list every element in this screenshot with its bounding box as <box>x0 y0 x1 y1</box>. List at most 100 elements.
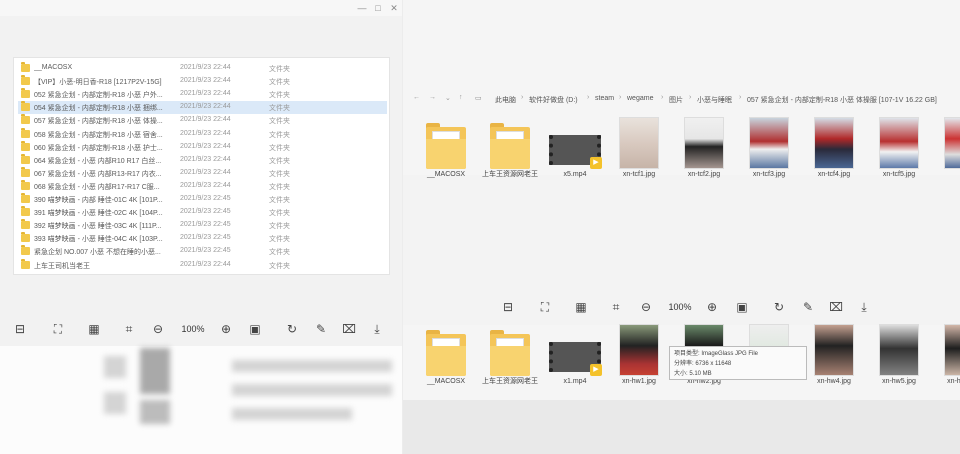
breadcrumb-item[interactable]: 小恶与睡眠 <box>697 95 732 105</box>
rotate-icon[interactable]: ↻ <box>284 321 300 337</box>
file-name: __MACOSX <box>34 64 73 71</box>
folder-tile[interactable]: 上车王资源网老王 <box>482 117 538 189</box>
folder-tile[interactable]: 上车王资源网老王 <box>482 324 538 396</box>
file-name: 【VIP】小恶-明日香-R18 [1217P2V-15G] <box>34 79 162 87</box>
actual-size-icon[interactable]: ▣ <box>734 299 750 315</box>
zoom-out-icon[interactable]: ⊖ <box>150 321 166 337</box>
file-list-row[interactable]: 【VIP】小恶-明日香-R18 [1217P2V-15G] 2021/9/23 2… <box>18 75 387 88</box>
crop-icon[interactable]: ⌧ <box>341 321 357 337</box>
forward-icon[interactable]: → <box>429 94 436 101</box>
zoom-level: 100% <box>181 324 205 334</box>
checkerboard-icon[interactable]: ▦ <box>86 321 102 337</box>
tile-label: xn-tcf3.jpg <box>752 171 786 178</box>
file-type: 文件夹 <box>269 236 290 244</box>
tile-label: xn-hw5.jpg <box>882 378 916 385</box>
image-tile[interactable]: xn-hw6.jpg <box>936 324 960 396</box>
checkerboard-icon[interactable]: ▦ <box>573 299 589 315</box>
file-type: 文件夹 <box>269 197 290 204</box>
close-button[interactable]: ✕ <box>387 2 401 14</box>
file-list-row[interactable]: 067 紧急企划 - 小恶 内部R13-R17 内衣... 2021/9/23 2… <box>18 166 387 180</box>
video-tile[interactable]: ▶ x5.mp4 <box>547 117 603 189</box>
file-list-row[interactable]: 393 喵梦映画 - 小恶 睡佳-04C 4K [103P... 2021/9/2… <box>18 232 387 245</box>
file-list-row[interactable]: 057 紧急企划 - 内部定制-R18 小恶 体操... 2021/9/23 22… <box>18 114 387 127</box>
rotate-icon[interactable]: ↻ <box>771 299 787 315</box>
image-tile[interactable]: xn-tcf2.jpg <box>676 117 732 189</box>
image-tile[interactable]: xn-hw1.jpg <box>611 324 667 396</box>
folder-icon <box>21 140 30 151</box>
maximize-button[interactable]: □ <box>371 2 385 14</box>
breadcrumb-item[interactable]: 057 紧急企划 - 内部定制-R18 小恶 体操服 [107-1V 16.22… <box>747 95 937 105</box>
breadcrumb-chevron-icon: › <box>661 94 664 101</box>
file-list-row[interactable]: 391 喵梦映画 - 小恶 睡佳-02C 4K [104P... 2021/9/2… <box>18 206 387 219</box>
back-icon[interactable]: ← <box>413 94 420 101</box>
download-icon[interactable]: ⤓ <box>369 321 385 337</box>
file-list-row[interactable]: 052 紧急企划 - 内部定制-R18 小恶 户外... 2021/9/23 22… <box>18 88 387 101</box>
file-date: 2021/9/23 22:44 <box>180 168 231 176</box>
folder-icon <box>21 258 30 269</box>
file-date: 2021/9/23 22:44 <box>180 260 231 268</box>
breadcrumb-item[interactable]: 此电脑 <box>495 95 516 105</box>
tile-label: xn-tcf5.jpg <box>882 171 916 178</box>
folder-tile[interactable]: __MACOSX <box>418 117 474 189</box>
tile-label: 上车王资源网老王 <box>482 171 538 178</box>
file-list: __MACOSX 2021/9/23 22:44 文件夹 【VIP】小恶-明日香-R1… <box>13 57 390 275</box>
image-tile[interactable]: xn-tcf5.jpg <box>871 117 927 189</box>
file-list-row[interactable]: 060 紧急企划 - 内部定制-R18 小恶 护士... 2021/9/23 22… <box>18 140 387 154</box>
folder-icon <box>21 88 30 99</box>
zoom-in-icon[interactable]: ⊕ <box>218 321 234 337</box>
download-icon[interactable]: ⤓ <box>856 299 872 315</box>
file-list-row[interactable]: 390 喵梦映画 - 内部 睡佳-01C 4K [101P... 2021/9/2… <box>18 193 387 206</box>
address-bar[interactable]: ← → ⌄ ↑ ▭ 此电脑 › 软件好做盘 (D:) › steam › weg… <box>409 90 960 107</box>
folder-icon <box>426 330 466 376</box>
file-type: 文件夹 <box>269 170 290 178</box>
gallery-view-icon[interactable]: ⊟ <box>12 321 28 337</box>
folder-icon <box>21 127 30 138</box>
breadcrumb-item[interactable]: steam <box>595 95 614 102</box>
image-tile[interactable]: xn-hw5.jpg <box>871 324 927 396</box>
file-date: 2021/9/23 22:44 <box>180 129 231 137</box>
fit-screen-icon[interactable]: ⛶ <box>50 321 66 337</box>
file-list-row[interactable]: __MACOSX 2021/9/23 22:44 文件夹 <box>18 62 387 75</box>
image-tile[interactable]: xn-tcf3.jpg <box>741 117 797 189</box>
minimize-button[interactable]: — <box>355 2 369 14</box>
file-list-row[interactable]: 392 喵梦映画 - 小恶 睡佳-03C 4K [111P... 2021/9/2… <box>18 219 387 232</box>
zoom-in-icon[interactable]: ⊕ <box>704 299 720 315</box>
image-tile[interactable]: xn-hw4.jpg <box>806 324 862 396</box>
fit-screen-icon[interactable]: ⛶ <box>537 299 553 315</box>
breadcrumb-item[interactable]: wegame <box>627 95 653 102</box>
up-icon[interactable]: ↑ <box>459 94 463 101</box>
tile-label: x5.mp4 <box>563 171 587 178</box>
zoom-out-icon[interactable]: ⊖ <box>638 299 654 315</box>
actual-size-icon[interactable]: ▣ <box>247 321 263 337</box>
file-list-row[interactable]: 紧急企划 NO.007 小恶 不想在睡的小恶... 2021/9/23 22:45… <box>18 245 387 258</box>
crop-icon[interactable]: ⌧ <box>828 299 844 315</box>
breadcrumb-item[interactable]: 软件好做盘 (D:) <box>529 95 578 105</box>
file-list-row[interactable]: 上车王司机当老王 2021/9/23 22:44 文件夹 <box>18 258 387 272</box>
file-list-row[interactable]: 064 紧急企划 - 小恶 内部R10 R17 白丝... 2021/9/23 2… <box>18 153 387 167</box>
breadcrumb-chevron-icon: › <box>521 94 524 101</box>
crop-frame-icon[interactable]: ⌗ <box>121 321 137 337</box>
edit-icon[interactable]: ✎ <box>800 299 816 315</box>
image-tile[interactable]: xn-tcf1.jpg <box>611 117 667 189</box>
breadcrumb-chevron-icon: › <box>739 94 742 101</box>
file-list-row[interactable]: 054 紧急企划 - 内部定制-R18 小恶 捆绑... 2021/9/23 22… <box>18 101 387 115</box>
file-name: 392 喵梦映画 - 小恶 睡佳-03C 4K [111P... <box>34 223 162 231</box>
image-tile[interactable]: xn-tcf4.jpg <box>806 117 862 189</box>
breadcrumb-item[interactable]: 图片 <box>669 95 683 105</box>
file-name: 064 紧急企划 - 小恶 内部R10 R17 白丝... <box>34 157 162 165</box>
video-tile[interactable]: ▶ x1.mp4 <box>547 324 603 396</box>
crop-frame-icon[interactable]: ⌗ <box>608 299 624 315</box>
history-chevron-icon[interactable]: ⌄ <box>445 94 451 102</box>
file-list-row[interactable]: 058 紧急企划 - 内部定制-R18 小恶 宿舍... 2021/9/23 22… <box>18 127 387 141</box>
image-tile[interactable] <box>936 117 960 189</box>
gallery-view-icon[interactable]: ⊟ <box>500 299 516 315</box>
tile-label: 上车王资源网老王 <box>482 378 538 385</box>
file-type: 文件夹 <box>269 144 290 152</box>
file-type: 文件夹 <box>269 79 290 87</box>
folder-tile[interactable]: __MACOSX <box>418 324 474 396</box>
folder-icon <box>21 219 30 230</box>
edit-icon[interactable]: ✎ <box>313 321 329 337</box>
file-name: 上车王司机当老王 <box>34 262 90 270</box>
file-list-row[interactable]: 068 紧急企划 - 小恶 内部R17-R17 C服... 2021/9/23 2… <box>18 179 387 193</box>
folder-icon <box>21 179 30 190</box>
